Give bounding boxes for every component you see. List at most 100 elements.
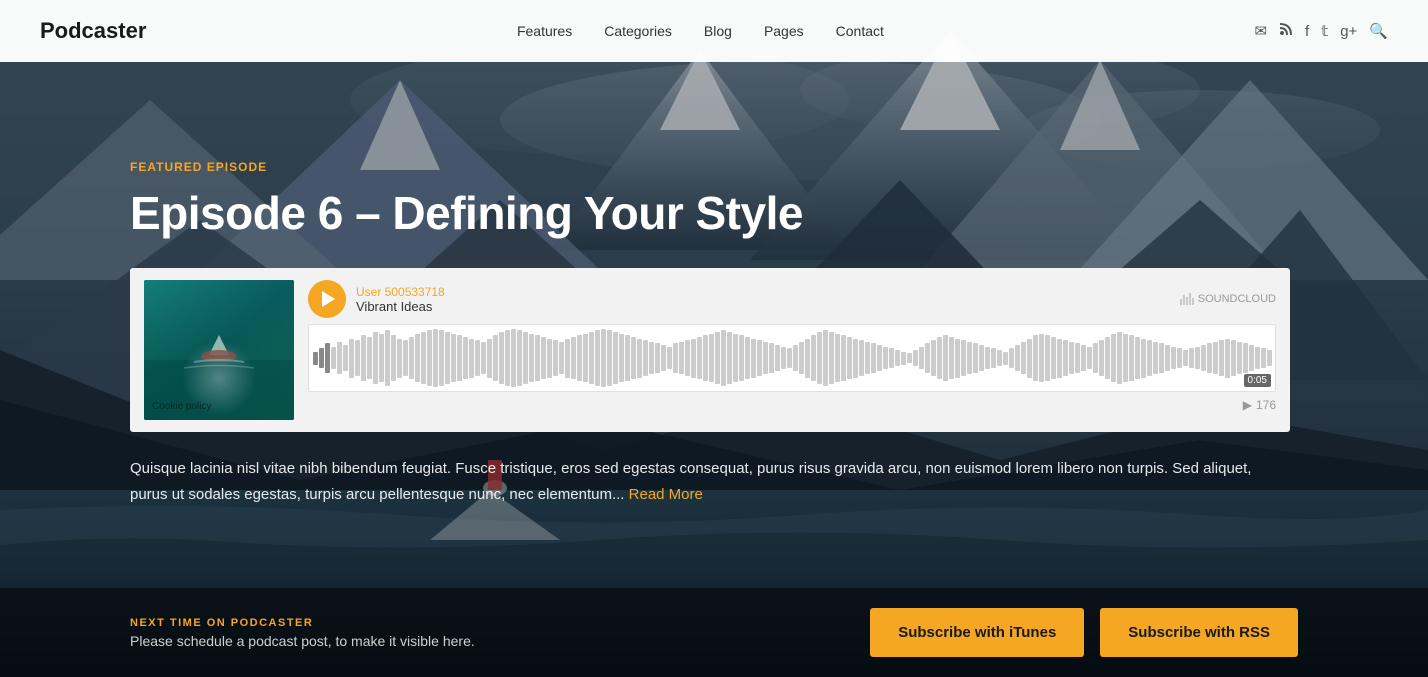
hero-section: Podcaster Features Categories Blog Pages…	[0, 0, 1428, 677]
twitter-icon[interactable]: 𝕥	[1321, 22, 1328, 40]
waveform-bar	[667, 347, 672, 370]
waveform-bar	[481, 342, 486, 375]
waveform-bar	[1123, 334, 1128, 383]
nav-blog[interactable]: Blog	[704, 23, 732, 39]
header: Podcaster Features Categories Blog Pages…	[0, 0, 1428, 62]
search-icon[interactable]: 🔍	[1369, 22, 1388, 40]
player-header: User 500533718 Vibrant Ideas SOUNDCLOU	[308, 280, 1276, 318]
nav-features[interactable]: Features	[517, 23, 572, 39]
waveform-bar	[391, 335, 396, 381]
header-social-icons: ✉ f 𝕥 g+ 🔍	[1254, 22, 1388, 40]
email-icon[interactable]: ✉	[1254, 22, 1267, 40]
waveform-bar	[523, 332, 528, 384]
waveform-bar	[1063, 340, 1068, 376]
waveform-bar	[565, 339, 570, 378]
waveform-bar	[529, 334, 534, 383]
waveform-bar	[847, 337, 852, 379]
nav-categories[interactable]: Categories	[604, 23, 672, 39]
subscribe-itunes-button[interactable]: Subscribe with iTunes	[870, 608, 1084, 657]
waveform-bar	[925, 343, 930, 372]
waveform-bar	[871, 343, 876, 372]
waveform-bar	[721, 330, 726, 385]
waveform-bar	[757, 340, 762, 376]
soundcloud-bars-icon	[1180, 293, 1194, 305]
waveform-bar	[625, 335, 630, 381]
facebook-icon[interactable]: f	[1305, 23, 1309, 40]
waveform-bar	[1219, 340, 1224, 376]
waveform-bar	[505, 330, 510, 385]
subscribe-rss-button[interactable]: Subscribe with RSS	[1100, 608, 1298, 657]
player-user-details: User 500533718 Vibrant Ideas	[356, 285, 445, 314]
play-button[interactable]	[308, 280, 346, 318]
waveform-bar	[1195, 347, 1200, 370]
waveform-bar	[589, 332, 594, 384]
episode-description: Quisque lacinia nisl vitae nibh bibendum…	[130, 456, 1290, 507]
waveform-bar	[835, 334, 840, 383]
subscribe-buttons: Subscribe with iTunes Subscribe with RSS	[870, 608, 1298, 657]
waveform-bar	[355, 340, 360, 376]
waveform-bar	[1039, 334, 1044, 383]
waveform-display[interactable]: 0:05	[308, 324, 1276, 392]
waveform-bar	[451, 334, 456, 383]
waveform-bar	[661, 345, 666, 371]
waveform-bar	[469, 339, 474, 378]
google-plus-icon[interactable]: g+	[1340, 23, 1357, 40]
hero-content: Featured Episode Episode 6 – Defining Yo…	[0, 0, 1428, 507]
soundcloud-logo: SOUNDCLOUD	[1180, 293, 1276, 305]
waveform-bar	[487, 339, 492, 378]
featured-label: Featured Episode	[130, 160, 1298, 174]
nav-contact[interactable]: Contact	[836, 23, 884, 39]
waveform-bar	[1051, 337, 1056, 379]
waveform-bar	[997, 350, 1002, 366]
waveform-bar	[865, 342, 870, 375]
waveform-bar	[655, 343, 660, 372]
waveform-bar	[361, 335, 366, 381]
waveform-bar	[895, 350, 900, 366]
cookie-policy-link[interactable]: Cookie policy	[152, 401, 211, 412]
site-logo[interactable]: Podcaster	[40, 18, 146, 44]
waveform-bar	[739, 335, 744, 381]
waveform-bar	[1099, 340, 1104, 376]
waveform-bar	[1129, 335, 1134, 381]
waveform-bar	[415, 334, 420, 383]
waveform-bar	[775, 345, 780, 371]
waveform-bar	[1033, 335, 1038, 381]
waveform-bar	[571, 337, 576, 379]
waveform-bar	[799, 342, 804, 375]
rss-icon[interactable]	[1279, 22, 1293, 40]
waveform-bar	[853, 339, 858, 378]
player-thumbnail: Cookie policy	[144, 280, 294, 420]
waveform-bar	[967, 342, 972, 375]
waveform-bar	[727, 332, 732, 384]
waveform-bar	[1207, 343, 1212, 372]
read-more-link[interactable]: Read More	[629, 486, 703, 503]
player-username[interactable]: User 500533718	[356, 285, 445, 299]
player-controls: User 500533718 Vibrant Ideas SOUNDCLOU	[308, 280, 1276, 412]
nav-pages[interactable]: Pages	[764, 23, 804, 39]
waveform-bar	[883, 347, 888, 370]
waveform-bar	[1081, 345, 1086, 371]
waveform-bar	[715, 332, 720, 384]
waveform-bar	[841, 335, 846, 381]
waveform-bar	[709, 334, 714, 383]
bottom-bar: NEXT TIME ON PODCASTER Please schedule a…	[0, 588, 1428, 677]
waveform-bar	[517, 330, 522, 385]
waveform-bar	[823, 330, 828, 385]
waveform-bars[interactable]	[309, 325, 1275, 391]
waveform-bar	[1135, 337, 1140, 379]
main-nav: Features Categories Blog Pages Contact	[517, 23, 884, 39]
waveform-bar	[733, 334, 738, 383]
waveform-bar	[403, 340, 408, 376]
waveform-bar	[421, 332, 426, 384]
waveform-bar	[949, 337, 954, 379]
play-count-number: 176	[1256, 398, 1276, 412]
waveform-bar	[1267, 350, 1272, 366]
waveform-bar	[343, 345, 348, 371]
waveform-bar	[349, 339, 354, 378]
waveform-bar	[1111, 334, 1116, 383]
waveform-bar	[583, 334, 588, 383]
thumbnail-image	[144, 280, 294, 420]
waveform-bar	[1237, 342, 1242, 375]
waveform-bar	[409, 337, 414, 379]
next-time-label: NEXT TIME ON PODCASTER	[130, 617, 475, 629]
